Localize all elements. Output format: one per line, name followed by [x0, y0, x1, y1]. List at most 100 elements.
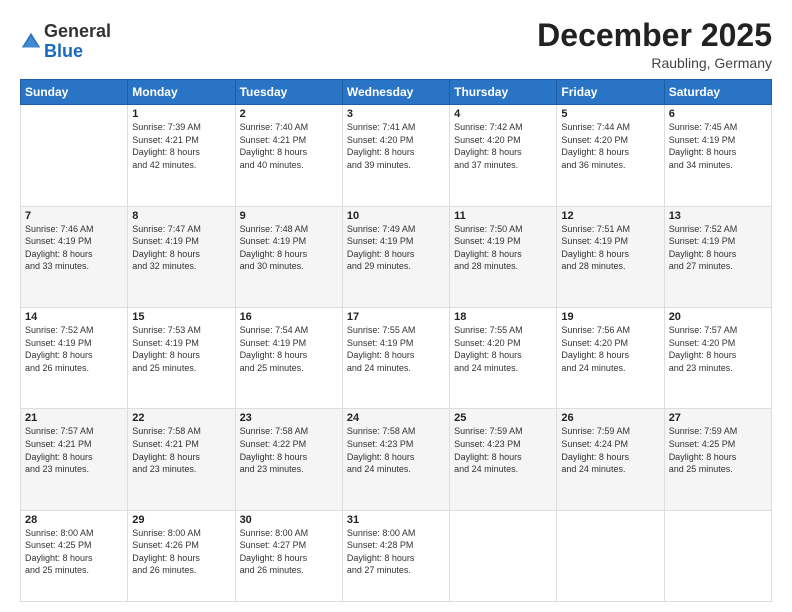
cell-sun-info: Sunrise: 7:59 AMSunset: 4:25 PMDaylight:…	[669, 425, 767, 475]
page: General Blue December 2025 Raubling, Ger…	[0, 0, 792, 612]
calendar-cell: 30Sunrise: 8:00 AMSunset: 4:27 PMDayligh…	[235, 510, 342, 601]
calendar-cell: 2Sunrise: 7:40 AMSunset: 4:21 PMDaylight…	[235, 105, 342, 206]
calendar-cell: 22Sunrise: 7:58 AMSunset: 4:21 PMDayligh…	[128, 409, 235, 510]
col-header-friday: Friday	[557, 80, 664, 105]
calendar-cell: 10Sunrise: 7:49 AMSunset: 4:19 PMDayligh…	[342, 206, 449, 307]
day-number: 30	[240, 514, 338, 526]
cell-sun-info: Sunrise: 7:45 AMSunset: 4:19 PMDaylight:…	[669, 121, 767, 171]
calendar-cell	[450, 510, 557, 601]
cell-sun-info: Sunrise: 7:59 AMSunset: 4:23 PMDaylight:…	[454, 425, 552, 475]
day-number: 3	[347, 108, 445, 120]
day-number: 18	[454, 311, 552, 323]
day-number: 25	[454, 412, 552, 424]
calendar-cell	[21, 105, 128, 206]
cell-sun-info: Sunrise: 7:52 AMSunset: 4:19 PMDaylight:…	[25, 324, 123, 374]
calendar-cell: 5Sunrise: 7:44 AMSunset: 4:20 PMDaylight…	[557, 105, 664, 206]
calendar-week-row: 7Sunrise: 7:46 AMSunset: 4:19 PMDaylight…	[21, 206, 772, 307]
col-header-thursday: Thursday	[450, 80, 557, 105]
calendar-cell: 16Sunrise: 7:54 AMSunset: 4:19 PMDayligh…	[235, 307, 342, 408]
day-number: 13	[669, 210, 767, 222]
day-number: 28	[25, 514, 123, 526]
col-header-saturday: Saturday	[664, 80, 771, 105]
logo-icon	[20, 31, 42, 53]
day-number: 24	[347, 412, 445, 424]
calendar-cell: 3Sunrise: 7:41 AMSunset: 4:20 PMDaylight…	[342, 105, 449, 206]
calendar-cell: 23Sunrise: 7:58 AMSunset: 4:22 PMDayligh…	[235, 409, 342, 510]
logo-general: General	[44, 21, 111, 41]
cell-sun-info: Sunrise: 7:48 AMSunset: 4:19 PMDaylight:…	[240, 223, 338, 273]
day-number: 14	[25, 311, 123, 323]
calendar-cell: 21Sunrise: 7:57 AMSunset: 4:21 PMDayligh…	[21, 409, 128, 510]
day-number: 11	[454, 210, 552, 222]
cell-sun-info: Sunrise: 7:42 AMSunset: 4:20 PMDaylight:…	[454, 121, 552, 171]
calendar-cell: 9Sunrise: 7:48 AMSunset: 4:19 PMDaylight…	[235, 206, 342, 307]
calendar-cell: 11Sunrise: 7:50 AMSunset: 4:19 PMDayligh…	[450, 206, 557, 307]
location: Raubling, Germany	[537, 55, 772, 71]
calendar-week-row: 28Sunrise: 8:00 AMSunset: 4:25 PMDayligh…	[21, 510, 772, 601]
cell-sun-info: Sunrise: 7:50 AMSunset: 4:19 PMDaylight:…	[454, 223, 552, 273]
calendar-cell	[557, 510, 664, 601]
day-number: 9	[240, 210, 338, 222]
calendar-cell: 8Sunrise: 7:47 AMSunset: 4:19 PMDaylight…	[128, 206, 235, 307]
day-number: 8	[132, 210, 230, 222]
cell-sun-info: Sunrise: 7:57 AMSunset: 4:21 PMDaylight:…	[25, 425, 123, 475]
day-number: 2	[240, 108, 338, 120]
calendar-cell: 4Sunrise: 7:42 AMSunset: 4:20 PMDaylight…	[450, 105, 557, 206]
calendar-cell: 12Sunrise: 7:51 AMSunset: 4:19 PMDayligh…	[557, 206, 664, 307]
day-number: 16	[240, 311, 338, 323]
cell-sun-info: Sunrise: 7:46 AMSunset: 4:19 PMDaylight:…	[25, 223, 123, 273]
day-number: 4	[454, 108, 552, 120]
day-number: 19	[561, 311, 659, 323]
header: General Blue December 2025 Raubling, Ger…	[20, 18, 772, 71]
day-number: 15	[132, 311, 230, 323]
calendar-cell: 17Sunrise: 7:55 AMSunset: 4:19 PMDayligh…	[342, 307, 449, 408]
cell-sun-info: Sunrise: 7:57 AMSunset: 4:20 PMDaylight:…	[669, 324, 767, 374]
day-number: 26	[561, 412, 659, 424]
cell-sun-info: Sunrise: 7:58 AMSunset: 4:22 PMDaylight:…	[240, 425, 338, 475]
calendar-cell: 19Sunrise: 7:56 AMSunset: 4:20 PMDayligh…	[557, 307, 664, 408]
day-number: 7	[25, 210, 123, 222]
day-number: 21	[25, 412, 123, 424]
calendar-cell: 6Sunrise: 7:45 AMSunset: 4:19 PMDaylight…	[664, 105, 771, 206]
cell-sun-info: Sunrise: 7:52 AMSunset: 4:19 PMDaylight:…	[669, 223, 767, 273]
cell-sun-info: Sunrise: 7:49 AMSunset: 4:19 PMDaylight:…	[347, 223, 445, 273]
calendar-cell: 25Sunrise: 7:59 AMSunset: 4:23 PMDayligh…	[450, 409, 557, 510]
cell-sun-info: Sunrise: 7:51 AMSunset: 4:19 PMDaylight:…	[561, 223, 659, 273]
calendar-cell: 14Sunrise: 7:52 AMSunset: 4:19 PMDayligh…	[21, 307, 128, 408]
calendar-cell: 18Sunrise: 7:55 AMSunset: 4:20 PMDayligh…	[450, 307, 557, 408]
calendar-cell: 24Sunrise: 7:58 AMSunset: 4:23 PMDayligh…	[342, 409, 449, 510]
cell-sun-info: Sunrise: 7:47 AMSunset: 4:19 PMDaylight:…	[132, 223, 230, 273]
calendar-cell: 26Sunrise: 7:59 AMSunset: 4:24 PMDayligh…	[557, 409, 664, 510]
day-number: 22	[132, 412, 230, 424]
cell-sun-info: Sunrise: 7:58 AMSunset: 4:23 PMDaylight:…	[347, 425, 445, 475]
calendar-week-row: 1Sunrise: 7:39 AMSunset: 4:21 PMDaylight…	[21, 105, 772, 206]
calendar-table: SundayMondayTuesdayWednesdayThursdayFrid…	[20, 79, 772, 602]
cell-sun-info: Sunrise: 8:00 AMSunset: 4:28 PMDaylight:…	[347, 527, 445, 577]
col-header-sunday: Sunday	[21, 80, 128, 105]
calendar-cell: 20Sunrise: 7:57 AMSunset: 4:20 PMDayligh…	[664, 307, 771, 408]
day-number: 27	[669, 412, 767, 424]
calendar-header-row: SundayMondayTuesdayWednesdayThursdayFrid…	[21, 80, 772, 105]
cell-sun-info: Sunrise: 7:55 AMSunset: 4:19 PMDaylight:…	[347, 324, 445, 374]
cell-sun-info: Sunrise: 7:40 AMSunset: 4:21 PMDaylight:…	[240, 121, 338, 171]
cell-sun-info: Sunrise: 7:59 AMSunset: 4:24 PMDaylight:…	[561, 425, 659, 475]
day-number: 31	[347, 514, 445, 526]
logo-blue: Blue	[44, 41, 83, 61]
day-number: 17	[347, 311, 445, 323]
day-number: 6	[669, 108, 767, 120]
calendar-week-row: 21Sunrise: 7:57 AMSunset: 4:21 PMDayligh…	[21, 409, 772, 510]
cell-sun-info: Sunrise: 8:00 AMSunset: 4:27 PMDaylight:…	[240, 527, 338, 577]
cell-sun-info: Sunrise: 7:41 AMSunset: 4:20 PMDaylight:…	[347, 121, 445, 171]
calendar-cell: 31Sunrise: 8:00 AMSunset: 4:28 PMDayligh…	[342, 510, 449, 601]
cell-sun-info: Sunrise: 7:58 AMSunset: 4:21 PMDaylight:…	[132, 425, 230, 475]
col-header-wednesday: Wednesday	[342, 80, 449, 105]
col-header-tuesday: Tuesday	[235, 80, 342, 105]
cell-sun-info: Sunrise: 7:39 AMSunset: 4:21 PMDaylight:…	[132, 121, 230, 171]
cell-sun-info: Sunrise: 7:44 AMSunset: 4:20 PMDaylight:…	[561, 121, 659, 171]
cell-sun-info: Sunrise: 7:53 AMSunset: 4:19 PMDaylight:…	[132, 324, 230, 374]
cell-sun-info: Sunrise: 7:54 AMSunset: 4:19 PMDaylight:…	[240, 324, 338, 374]
day-number: 23	[240, 412, 338, 424]
calendar-cell: 29Sunrise: 8:00 AMSunset: 4:26 PMDayligh…	[128, 510, 235, 601]
cell-sun-info: Sunrise: 8:00 AMSunset: 4:26 PMDaylight:…	[132, 527, 230, 577]
calendar-cell	[664, 510, 771, 601]
